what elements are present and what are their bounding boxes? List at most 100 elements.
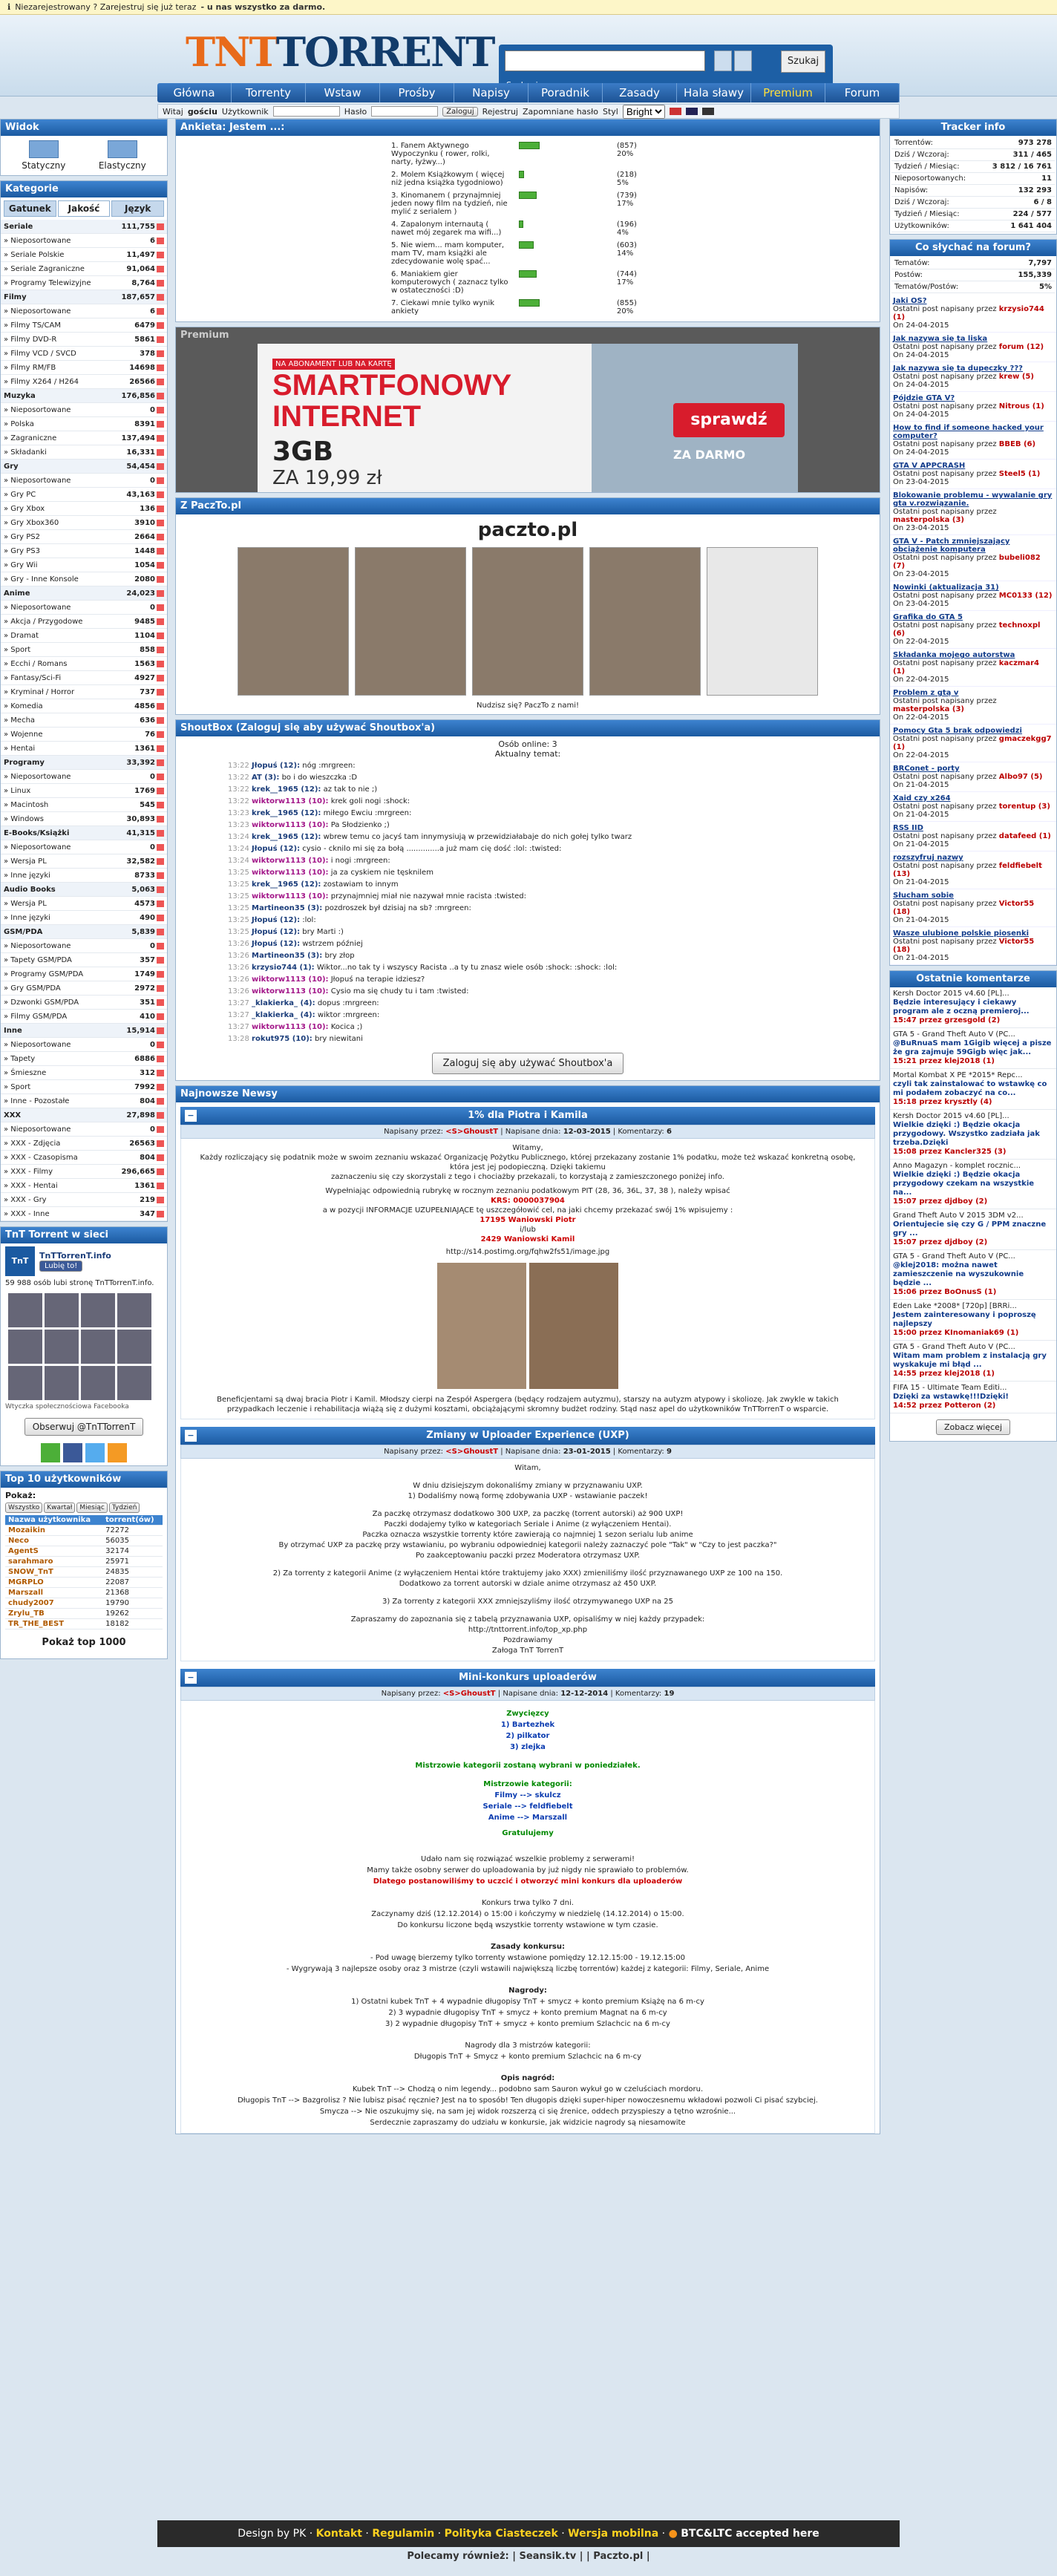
shout-user[interactable]: rokut975 (10): — [252, 1035, 312, 1043]
search-input[interactable] — [505, 50, 705, 71]
shout-user[interactable]: krek__1965 (12): — [252, 880, 321, 889]
category-item[interactable]: » Sport 7992 — [1, 1080, 167, 1094]
category-item[interactable]: » Kryminał / Horror 737 — [1, 685, 167, 699]
shoutbox-login-button[interactable]: Zaloguj się aby używać Shoutbox'a — [431, 1053, 624, 1074]
see-more-button[interactable]: Zobacz więcej — [936, 1419, 1010, 1435]
category-item[interactable]: » Gry - Inne Konsole 2080 — [1, 572, 167, 586]
category-item[interactable]: » Wersja PL 32,582 — [1, 854, 167, 869]
category-item[interactable]: » Seriale Zagraniczne 91,064 — [1, 262, 167, 276]
category-item[interactable]: » XXX - Zdjęcia 26563 — [1, 1137, 167, 1151]
table-row[interactable]: TR_THE_BEST 18182 — [5, 1618, 163, 1629]
category-item[interactable]: GSM/PDA 5,839 — [1, 925, 167, 939]
shout-user[interactable]: wiktorw1113 (10): — [252, 892, 329, 900]
poll-option[interactable]: 2. Molem Książkowym ( więcej niż jedna k… — [388, 169, 667, 189]
nav-subtitles[interactable]: Napisy — [454, 83, 528, 102]
category-item[interactable]: Gry 54,454 — [1, 460, 167, 474]
category-item[interactable]: » Nieposortowane 0 — [1, 939, 167, 953]
nav-torrents[interactable]: Torrenty — [232, 83, 306, 102]
shout-user[interactable]: krek__1965 (12): — [252, 809, 321, 817]
category-item[interactable]: » Nieposortowane 6 — [1, 304, 167, 318]
table-row[interactable]: Neco 56035 — [5, 1535, 163, 1546]
category-item[interactable]: » Nieposortowane 6 — [1, 234, 167, 248]
register-link[interactable]: Rejestruj — [482, 107, 518, 117]
category-item[interactable]: » XXX - Czasopisma 804 — [1, 1151, 167, 1165]
table-row[interactable]: MGRPLO 22087 — [5, 1577, 163, 1588]
comment-item[interactable]: GTA 5 - Grand Theft Auto V (PC... @klej20… — [890, 1250, 1056, 1300]
category-item[interactable]: » Gry PC 43,163 — [1, 488, 167, 502]
comment-item[interactable]: Anno Magazyn - komplet rocznic... Wielkie… — [890, 1160, 1056, 1209]
shout-user[interactable]: wiktorw1113 (10): — [252, 1023, 329, 1031]
nav-premium[interactable]: Premium — [751, 83, 825, 102]
paczto-footer[interactable]: Nudzisz się? PaczTo z nami! — [176, 702, 880, 714]
category-item[interactable]: » XXX - Filmy 296,665 — [1, 1165, 167, 1179]
category-item[interactable]: » Wersja PL 4573 — [1, 897, 167, 911]
category-item[interactable]: » Dramat 1104 — [1, 629, 167, 643]
comment-item[interactable]: GTA 5 - Grand Theft Auto V (PC... Witam m… — [890, 1341, 1056, 1382]
category-item[interactable]: » Śmieszne 312 — [1, 1066, 167, 1080]
shout-user[interactable]: krek__1965 (12): — [252, 785, 321, 794]
poll-option[interactable]: 3. Kinomanem ( przynajmniej jeden nowy f… — [388, 190, 667, 218]
comment-item[interactable]: GTA 5 - Grand Theft Auto V (PC... @BuRnua… — [890, 1028, 1056, 1069]
nav-hall[interactable]: Hala sławy — [677, 83, 751, 102]
forum-topic[interactable]: Słucham sobie Ostatni post napisany przez… — [890, 889, 1056, 927]
category-item[interactable]: » Windows 30,893 — [1, 812, 167, 826]
login-button[interactable]: Zaloguj — [442, 106, 478, 117]
twitter-follow-button[interactable]: Obserwuj @TnTTorrenT — [24, 1418, 144, 1436]
tab-quality[interactable]: Jakość — [57, 200, 111, 217]
username-field[interactable] — [272, 106, 340, 117]
category-item[interactable]: » Nieposortowane 0 — [1, 403, 167, 417]
category-item[interactable]: » Nieposortowane 0 — [1, 840, 167, 854]
table-row[interactable]: sarahmaro 25971 — [5, 1556, 163, 1567]
table-row[interactable]: SNOW_TnT 24835 — [5, 1566, 163, 1578]
category-item[interactable]: » XXX - Hentai 1361 — [1, 1179, 167, 1193]
twitter-icon[interactable] — [85, 1443, 105, 1462]
elastic-view-option[interactable]: Elastyczny — [99, 140, 146, 171]
forum-topic[interactable]: Grafika do GTA 5 Ostatni post napisany pr… — [890, 611, 1056, 649]
category-item[interactable]: » Nieposortowane 0 — [1, 474, 167, 488]
category-item[interactable]: Audio Books 5,063 — [1, 883, 167, 897]
category-item[interactable]: » Nieposortowane 0 — [1, 1038, 167, 1052]
category-item[interactable]: » Gry PS3 1448 — [1, 544, 167, 558]
category-item[interactable]: Anime 24,023 — [1, 586, 167, 601]
paczto-thumb[interactable] — [355, 547, 466, 696]
footer-mobile[interactable]: Wersja mobilna — [568, 2528, 658, 2540]
forum-topic[interactable]: Pomocy Gta 5 brak odpowiedzi Ostatni post… — [890, 725, 1056, 762]
forum-topic[interactable]: Nowinki (aktualizacja 31) Ostatni post na… — [890, 581, 1056, 611]
notice-text[interactable]: Niezarejestrowany ? Zarejestruj się już … — [15, 2, 196, 12]
category-item[interactable]: » Tapety GSM/PDA 357 — [1, 953, 167, 967]
category-item[interactable]: » Sport 858 — [1, 643, 167, 657]
shout-user[interactable]: Jłopuś (12): — [252, 928, 300, 936]
forum-topic[interactable]: Problem z gtą v Ostatni post napisany prz… — [890, 687, 1056, 725]
category-item[interactable]: » Filmy TS/CAM 6479 — [1, 318, 167, 333]
grid-icon[interactable] — [714, 50, 732, 71]
category-item[interactable]: » Polska 8391 — [1, 417, 167, 431]
forum-topic[interactable]: RSS IID Ostatni post napisany przez dataf… — [890, 822, 1056, 851]
category-item[interactable]: » Zagraniczne 137,494 — [1, 431, 167, 445]
shout-user[interactable]: _klakierka_ (4): — [252, 1011, 315, 1019]
shout-user[interactable]: Jłopuś (12): — [252, 845, 300, 853]
category-item[interactable]: » Wojenne 76 — [1, 728, 167, 742]
category-item[interactable]: » Gry Xbox 136 — [1, 502, 167, 516]
category-item[interactable]: » XXX - Gry 219 — [1, 1193, 167, 1207]
category-item[interactable]: » Filmy VCD / SVCD 378 — [1, 347, 167, 361]
category-item[interactable]: » Programy GSM/PDA 1749 — [1, 967, 167, 981]
share-icon[interactable] — [41, 1443, 60, 1462]
flag-de-icon[interactable] — [701, 108, 714, 115]
category-item[interactable]: » Tapety 6886 — [1, 1052, 167, 1066]
category-item[interactable]: » Gry Wii 1054 — [1, 558, 167, 572]
nav-upload[interactable]: Wstaw — [306, 83, 380, 102]
paczto-thumb[interactable] — [472, 547, 583, 696]
top10-tab-week[interactable]: Tydzień — [108, 1503, 140, 1513]
forum-topic[interactable]: Blokowanie problemu - wywalanie gry gta … — [890, 489, 1056, 535]
shout-user[interactable]: wiktorw1113 (10): — [252, 975, 329, 984]
category-item[interactable]: » Ecchi / Romans 1563 — [1, 657, 167, 671]
flag-en-icon[interactable] — [685, 108, 698, 115]
forum-topic[interactable]: How to find if someone hacked your compu… — [890, 422, 1056, 460]
category-item[interactable]: » Akcja / Przygodowe 9485 — [1, 615, 167, 629]
comment-item[interactable]: Mortal Kombat X PE *2015* Repc... czyli t… — [890, 1069, 1056, 1110]
nav-rules[interactable]: Zasady — [603, 83, 677, 102]
footer-contact[interactable]: Kontakt — [316, 2528, 362, 2540]
poll-option[interactable]: 1. Fanem Aktywnego Wypoczynku ( rower, r… — [388, 140, 667, 168]
tab-language[interactable]: Język — [111, 200, 165, 217]
forum-topic[interactable]: rozszyfruj nazwy Ostatni post napisany pr… — [890, 851, 1056, 889]
